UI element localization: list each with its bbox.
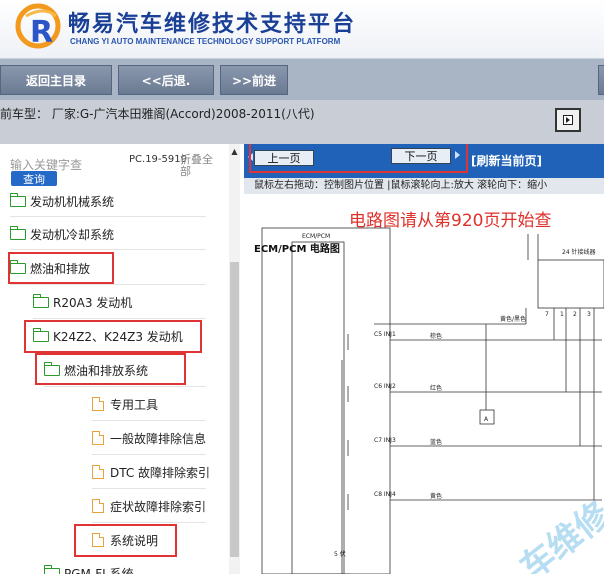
- car-info-bar: 前车型： 厂家:G-广汽本田雅阁(Accord)2008-2011(八代): [0, 100, 604, 144]
- divider: [92, 420, 206, 421]
- pin-label-c5: C5 INJ1: [374, 331, 396, 338]
- highlight-box: [24, 320, 202, 353]
- document-icon: [92, 431, 104, 445]
- folder-icon: [10, 192, 26, 207]
- wire-color-label: 棕色: [430, 332, 442, 340]
- tree-item-label: 发动机冷却系统: [30, 227, 115, 242]
- tree-item-special-tools[interactable]: 专用工具: [92, 393, 158, 415]
- refresh-page-link[interactable]: [刷新当前页]: [471, 152, 542, 169]
- tree-item-label: R20A3 发动机: [53, 295, 133, 310]
- connector-label: 24 针接线器: [562, 248, 596, 256]
- highlight-box: [249, 144, 468, 173]
- folder-icon: [33, 293, 49, 308]
- divider: [10, 249, 206, 250]
- tree-item-dtc-index[interactable]: DTC 故障排除索引: [92, 461, 210, 483]
- tree-item-label: 发动机机械系统: [30, 194, 115, 209]
- collapse-all-link[interactable]: 折叠全部: [180, 154, 218, 178]
- divider: [10, 216, 206, 217]
- wire-color-label: 黄色: [430, 492, 442, 500]
- wire-color-label: 蓝色: [430, 438, 442, 446]
- divider: [92, 522, 206, 523]
- arrow-right-icon: [563, 115, 573, 125]
- tree-item-r20a3[interactable]: R20A3 发动机: [33, 291, 132, 313]
- marker-label: A: [484, 416, 489, 423]
- divider: [33, 318, 206, 319]
- highlight-box: [8, 252, 114, 284]
- tree-item-label: 一般故障排除信息: [110, 431, 207, 446]
- divider: [10, 284, 206, 285]
- conn-pin-label: 3: [587, 311, 591, 318]
- wire-color-label: 黄色/黑色: [500, 315, 526, 323]
- svg-text:R: R: [30, 15, 53, 50]
- pc-code-label: PC.19-5919: [129, 154, 187, 165]
- tree-item-symptom-index[interactable]: 症状故障排除索引: [92, 495, 206, 517]
- toggle-panel-button[interactable]: [555, 108, 581, 132]
- forward-button[interactable]: >>前进: [220, 65, 288, 95]
- tree-item-engine-mech[interactable]: 发动机机械系统: [10, 190, 114, 212]
- conn-pin-label: 2: [573, 311, 577, 318]
- tree-panel: 输入关键字查 查询 PC.19-5919 折叠全部 发动机机械系统 发动机冷却系…: [0, 144, 244, 574]
- page-hint-note: 电路图请从第920页开始查: [349, 211, 552, 231]
- folder-icon: [44, 564, 60, 574]
- nav-bar: 返回主目录 <<后退. >>前进: [0, 58, 604, 100]
- home-button[interactable]: 返回主目录: [0, 65, 112, 95]
- highlight-box: [74, 524, 177, 557]
- tree-item-label: PGM-FI 系统: [64, 566, 134, 574]
- tree-item-general-troubleshooting[interactable]: 一般故障排除信息: [92, 427, 206, 449]
- logo-icon: R: [15, 3, 61, 50]
- tree-item-label: 症状故障排除索引: [110, 499, 207, 514]
- conn-pin-label: 1: [560, 311, 564, 318]
- car-info-text: 前车型： 厂家:G-广汽本田雅阁(Accord)2008-2011(八代): [0, 107, 315, 121]
- conn-pin-label: 7: [545, 311, 549, 318]
- nav-extra-button[interactable]: [598, 65, 604, 95]
- tree-item-label: 专用工具: [110, 397, 159, 412]
- pin-label-c7: C7 INJ3: [374, 437, 396, 444]
- wire-color-label: 红色: [430, 384, 442, 392]
- document-icon: [92, 465, 104, 479]
- divider: [92, 454, 206, 455]
- site-title: 畅易汽车维修技术支持平台: [68, 12, 357, 37]
- scroll-up-icon[interactable]: ▲: [229, 147, 240, 157]
- header: R 畅易汽车维修技术支持平台 CHANG YI AUTO MAINTENANCE…: [0, 0, 604, 58]
- document-icon: [92, 397, 104, 411]
- document-viewer: 上一页 下一页 [刷新当前页] 鼠标左右拖动：控制图片位置 |鼠标滚轮向上:放大…: [244, 144, 604, 574]
- pin-label-c6: C6 INJ2: [374, 383, 396, 390]
- usage-hint: 鼠标左右拖动：控制图片位置 |鼠标滚轮向上:放大 滚轮向下：缩小: [244, 178, 604, 194]
- back-button[interactable]: <<后退.: [118, 65, 214, 95]
- site-subtitle: CHANG YI AUTO MAINTENANCE TECHNOLOGY SUP…: [70, 37, 341, 46]
- folder-icon: [10, 225, 26, 240]
- search-button[interactable]: 查询: [11, 171, 57, 186]
- highlight-box: [35, 353, 186, 385]
- document-icon: [92, 499, 104, 513]
- ecm-box-label: ECM/PCM: [302, 233, 330, 240]
- scrollbar-thumb[interactable]: [230, 262, 239, 557]
- pin-label-c8: C8 INJ4: [374, 491, 396, 498]
- tree-item-pgm-fi[interactable]: PGM-FI 系统: [44, 562, 133, 574]
- tree-item-label: DTC 故障排除索引: [110, 465, 211, 480]
- divider: [44, 386, 206, 387]
- divider: [92, 488, 206, 489]
- tree-item-engine-cooling[interactable]: 发动机冷却系统: [10, 223, 114, 245]
- power-label: 5 伏: [334, 550, 346, 558]
- diagram-title: ECM/PCM 电路图: [254, 244, 340, 255]
